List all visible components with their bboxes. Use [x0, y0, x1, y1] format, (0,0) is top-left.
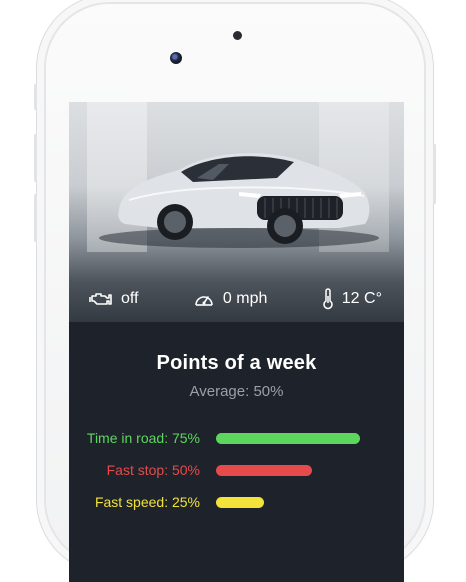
metric-bar-fill	[216, 496, 264, 508]
phone-frame: off 0 mph 12 C° Points of a week Average…	[34, 4, 436, 582]
front-camera	[170, 52, 182, 64]
engine-value: off	[121, 290, 139, 307]
car-hero: off 0 mph 12 C°	[69, 102, 404, 322]
power-button	[433, 144, 436, 204]
points-average: Average: 50%	[189, 383, 284, 400]
metric-bar-track	[216, 496, 360, 508]
metric-bar-track	[216, 432, 360, 444]
volume-up-button	[34, 134, 37, 182]
metric-bar-track	[216, 464, 360, 476]
speed-value: 0 mph	[222, 290, 268, 307]
thermometer-icon	[322, 288, 334, 310]
metric-bar-fill	[216, 432, 360, 444]
metric-label: Time in road: 75%	[86, 430, 200, 446]
temperature-status: 12 C°	[322, 288, 382, 310]
speed-status: 0 mph	[193, 290, 267, 308]
metric-row: Fast stop: 50%	[69, 454, 404, 486]
points-title: Points of a week	[156, 352, 317, 374]
car-image	[99, 153, 379, 248]
metric-bar-fill	[216, 464, 312, 476]
volume-down-button	[34, 194, 37, 242]
temperature-value: 12 C°	[341, 290, 382, 307]
engine-icon	[89, 290, 113, 308]
metrics-list: Time in road: 75% Fast stop: 50% Fast spee…	[69, 422, 404, 518]
weekly-points: Points of a week Average: 50% Time in ro…	[69, 322, 404, 518]
speaker-dot	[233, 31, 242, 40]
metric-label: Fast speed: 25%	[94, 494, 200, 510]
status-row: off 0 mph 12 C°	[69, 282, 404, 316]
app-screen: off 0 mph 12 C° Points of a week Average…	[69, 102, 404, 582]
speedometer-icon	[193, 290, 215, 308]
engine-status: off	[89, 290, 139, 308]
metric-row: Fast speed: 25%	[69, 486, 404, 518]
metric-label: Fast stop: 50%	[106, 462, 200, 478]
metric-row: Time in road: 75%	[69, 422, 404, 454]
side-button	[34, 84, 37, 110]
